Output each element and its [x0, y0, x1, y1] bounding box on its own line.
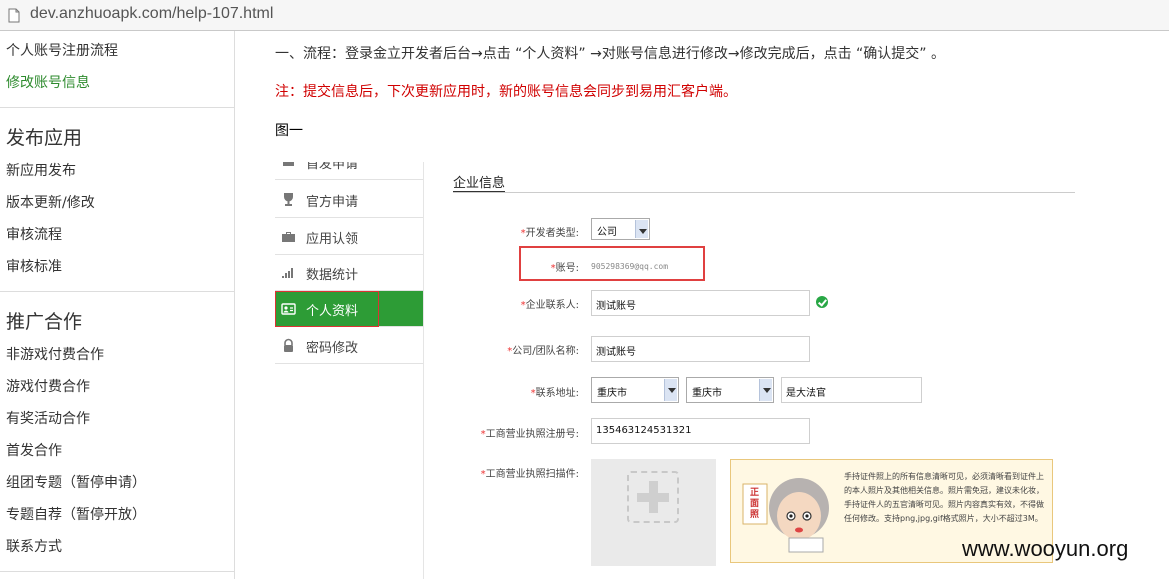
sidebar-link-first-release[interactable]: 首发合作 — [6, 440, 62, 460]
watermark: www.wooyun.org — [962, 536, 1129, 561]
id-photo-stamp: 正面照 — [750, 488, 760, 520]
license-no-input[interactable]: 135463124531321 — [591, 418, 810, 444]
menu-item-first-release[interactable]: 首发申请 — [275, 162, 423, 180]
highlight-outline — [275, 291, 379, 327]
menu-label: 数据统计 — [306, 268, 359, 283]
tip-text: 手持证件照上的所有信息清晰可见，必须清晰看到证件上的本人照片及其他相关信息。照片… — [844, 472, 1044, 523]
sidebar-link-prize-activity[interactable]: 有奖活动合作 — [6, 408, 90, 428]
menu-item-password[interactable]: 密码修改 — [275, 328, 423, 364]
sidebar-link-review-process[interactable]: 审核流程 — [6, 224, 62, 244]
flow-description: 一、流程：登录金立开发者后台→点击 “个人资料” →对账号信息进行修改→修改完成… — [275, 46, 946, 62]
menu-label: 首发申请 — [306, 162, 359, 172]
sidebar-link-register[interactable]: 个人账号注册流程 — [6, 40, 118, 60]
tab-enterprise-info[interactable]: 企业信息 — [453, 172, 505, 191]
menu-divider — [423, 162, 424, 579]
lock-icon — [284, 338, 293, 352]
trophy-icon — [284, 193, 293, 206]
developer-type-label: *开发者类型: — [520, 228, 579, 239]
dev-menu: 首发申请 官方申请 应用认领 数据统计 个人资料 密码修改 — [275, 162, 423, 579]
sidebar-link-review-standard[interactable]: 审核标准 — [6, 256, 62, 276]
menu-item-app-claim[interactable]: 应用认领 — [275, 219, 423, 255]
check-icon — [816, 296, 828, 308]
sidebar-link-nongame-paid[interactable]: 非游戏付费合作 — [6, 344, 104, 364]
browser-address-bar[interactable]: dev.anzhuoapk.com/help-107.html — [0, 0, 1169, 31]
company-input[interactable]: 测试账号 — [591, 336, 810, 362]
url-text[interactable]: dev.anzhuoapk.com/help-107.html — [30, 5, 273, 23]
address-detail-input[interactable]: 是大法官 — [781, 377, 922, 403]
menu-item-data-stats[interactable]: 数据统计 — [275, 255, 423, 291]
sidebar-link-group-topic[interactable]: 组团专题（暂停申请） — [6, 472, 146, 492]
upload-area[interactable] — [591, 459, 716, 566]
menu-item-official-apply[interactable]: 官方申请 — [275, 182, 423, 218]
sidebar-link-version-update[interactable]: 版本更新/修改 — [6, 192, 95, 212]
address-label: *联系地址: — [530, 388, 579, 399]
briefcase-icon — [282, 232, 295, 242]
license-no-label: *工商营业执照注册号: — [480, 429, 579, 440]
sidebar-link-game-paid[interactable]: 游戏付费合作 — [6, 376, 90, 396]
province-select[interactable]: 重庆市 — [591, 377, 679, 403]
crown-icon — [283, 162, 294, 166]
sidebar-divider — [0, 107, 235, 108]
developer-type-select[interactable]: 公司 — [591, 218, 650, 240]
figure-screenshot: 首发申请 官方申请 应用认领 数据统计 个人资料 密码修改 企业信息 *开发者类… — [275, 162, 1169, 579]
sidebar-heading-promotion: 推广合作 — [6, 311, 83, 333]
bar-chart-icon — [282, 268, 293, 278]
sidebar-link-contact[interactable]: 联系方式 — [6, 536, 62, 556]
tab-baseline — [453, 192, 1075, 193]
menu-label: 密码修改 — [306, 341, 359, 356]
highlight-box — [519, 246, 705, 281]
sidebar-heading-publish: 发布应用 — [6, 127, 83, 149]
page-icon — [8, 8, 20, 23]
sidebar-divider — [0, 291, 235, 292]
menu-label: 应用认领 — [306, 232, 359, 247]
figure-label: 图一 — [275, 123, 303, 139]
help-sidebar: 个人账号注册流程 修改账号信息 发布应用 新应用发布 版本更新/修改 审核流程 … — [0, 31, 235, 579]
sidebar-link-topic-recommend[interactable]: 专题自荐（暂停开放） — [6, 504, 146, 524]
sidebar-divider — [0, 571, 235, 572]
contact-label: *企业联系人: — [520, 300, 579, 311]
sidebar-link-new-app[interactable]: 新应用发布 — [6, 160, 76, 180]
menu-label: 官方申请 — [306, 195, 359, 210]
sidebar-link-modify-account[interactable]: 修改账号信息 — [6, 72, 90, 92]
city-select[interactable]: 重庆市 — [686, 377, 774, 403]
plus-icon — [627, 471, 679, 523]
contact-input[interactable]: 测试账号 — [591, 290, 810, 316]
license-scan-label: *工商营业执照扫描件: — [480, 469, 579, 480]
company-label: *公司/团队名称: — [507, 346, 579, 357]
note-text: 注：提交信息后，下次更新应用时，新的账号信息会同步到易用汇客户端。 — [275, 84, 737, 100]
